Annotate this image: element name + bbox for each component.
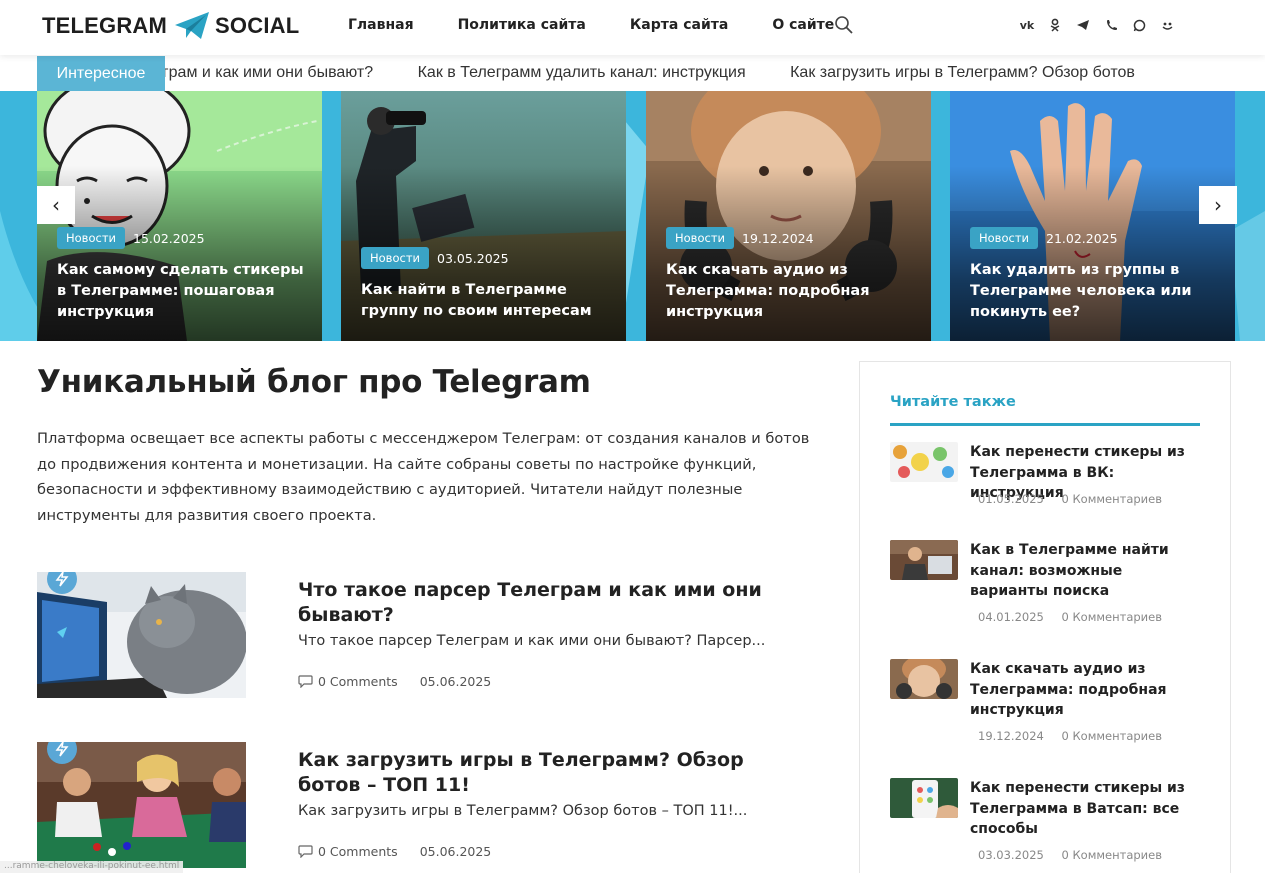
page-title: Уникальный блог про Telegram [37, 364, 591, 400]
sidebar-item: Как в Телеграмме найти канал: возможные … [890, 540, 1210, 640]
sidebar-item-date: 03.03.2025 [978, 848, 1044, 862]
ticker-item[interactable]: Что такое парсер Телеграм и как ими они … [165, 64, 373, 81]
whatsapp-icon[interactable] [1132, 17, 1146, 33]
post-title[interactable]: Что такое парсер Телеграм и как ими они … [298, 578, 768, 628]
sidebar-item-comments[interactable]: 0 Комментариев [1062, 492, 1163, 506]
sidebar-thumbnail[interactable] [890, 540, 958, 580]
sidebar-thumbnail[interactable] [890, 442, 958, 482]
news-ticker: Интересное Что такое парсер Телеграм и к… [0, 56, 1265, 91]
comments-link[interactable]: 0 Comments [298, 844, 398, 859]
sidebar-divider [890, 423, 1200, 426]
status-bar-url: ...ramme-cheloveka-ili-pokinut-ee.html [0, 861, 184, 873]
slide-card[interactable]: Новости 03.05.2025 Как найти в Телеграмм… [341, 91, 626, 341]
slide-date: 03.05.2025 [437, 250, 509, 266]
comments-link[interactable]: 0 Comments [298, 674, 398, 689]
social-links: vk [1020, 17, 1174, 33]
sidebar-thumbnail[interactable] [890, 778, 958, 818]
post-date: 05.06.2025 [419, 674, 492, 689]
ticker-item[interactable]: Как загрузить игры в Телеграмм? Обзор бо… [790, 64, 1135, 81]
site-logo[interactable]: TELEGRAM SOCIAL [42, 11, 299, 41]
post-date: 05.06.2025 [419, 844, 492, 859]
post-card: Как загрузить игры в Телеграмм? Обзор бо… [37, 742, 797, 872]
comment-icon [298, 845, 313, 858]
nav-policy[interactable]: Политика сайта [458, 17, 586, 33]
slide-card[interactable]: Новости 15.02.2025 Как самому сделать ст… [37, 91, 322, 341]
slider-prev-button[interactable]: ‹ [37, 186, 75, 224]
site-header: TELEGRAM SOCIAL Главная Политика сайта К… [0, 0, 1265, 55]
post-excerpt: Как загрузить игры в Телеграмм? Обзор бо… [298, 803, 748, 819]
post-thumbnail[interactable] [37, 742, 246, 868]
slide-date: 21.02.2025 [1046, 230, 1118, 246]
slide-title[interactable]: Как скачать аудио из Телеграмма: подробн… [666, 260, 918, 323]
page-intro: Платформа освещает все аспекты работы с … [37, 430, 810, 524]
sidebar-read-also: Читайте также Как перенести стикеры из Т… [859, 361, 1231, 873]
comment-icon [298, 675, 313, 688]
slide-card[interactable]: Новости 19.12.2024 Как скачать аудио из … [646, 91, 931, 341]
sidebar-item-date: 01.05.2025 [978, 492, 1044, 506]
sidebar-item-comments[interactable]: 0 Комментариев [1062, 848, 1163, 862]
category-badge[interactable]: Новости [970, 227, 1038, 249]
main-nav: Главная Политика сайта Карта сайта О сай… [348, 17, 878, 33]
viber-icon[interactable] [1104, 17, 1118, 33]
slide-title[interactable]: Как удалить из группы в Телеграмме челов… [970, 260, 1222, 323]
telegram-plane-icon [175, 12, 210, 39]
odnoklassniki-icon[interactable] [1048, 17, 1062, 33]
mail-icon[interactable] [1160, 17, 1174, 33]
sidebar-item-comments[interactable]: 0 Комментариев [1062, 610, 1163, 624]
slide-title[interactable]: Как самому сделать стикеры в Телеграмме:… [57, 260, 309, 323]
slide-date: 19.12.2024 [742, 230, 814, 246]
slide-card[interactable]: Новости 21.02.2025 Как удалить из группы… [950, 91, 1235, 341]
post-meta: 0 Comments 05.06.2025 [298, 844, 491, 859]
post-meta: 0 Comments 05.06.2025 [298, 674, 491, 689]
sidebar-item-date: 19.12.2024 [978, 729, 1044, 743]
ticker-label: Интересное [37, 56, 165, 91]
post-thumbnail[interactable] [37, 572, 246, 698]
logo-text-left: TELEGRAM [42, 13, 168, 38]
sidebar-item-comments[interactable]: 0 Комментариев [1062, 729, 1163, 743]
nav-home[interactable]: Главная [348, 17, 414, 33]
sidebar-item-title[interactable]: Как в Телеграмме найти канал: возможные … [970, 540, 1200, 602]
search-icon[interactable] [834, 15, 854, 35]
nav-about[interactable]: О сайте [772, 17, 834, 33]
ticker-item[interactable]: Как в Телеграмм удалить канал: инструкци… [418, 64, 746, 81]
sidebar-item: Как скачать аудио из Телеграмма: подробн… [890, 659, 1210, 759]
slide-title[interactable]: Как найти в Телеграмме группу по своим и… [361, 280, 613, 322]
vk-icon[interactable]: vk [1020, 17, 1035, 33]
post-excerpt: Что такое парсер Телеграм и как ими они … [298, 633, 766, 649]
featured-slider: Новости 15.02.2025 Как самому сделать ст… [0, 91, 1265, 341]
category-badge[interactable]: Новости [666, 227, 734, 249]
logo-text-right: SOCIAL [215, 13, 300, 38]
nav-sitemap[interactable]: Карта сайта [630, 17, 728, 33]
sidebar-thumbnail[interactable] [890, 659, 958, 699]
slider-next-button[interactable]: › [1199, 186, 1237, 224]
category-badge[interactable]: Новости [57, 227, 125, 249]
sidebar-item-title[interactable]: Как скачать аудио из Телеграмма: подробн… [970, 659, 1200, 721]
telegram-icon[interactable] [1076, 17, 1090, 33]
category-badge[interactable]: Новости [361, 247, 429, 269]
slide-date: 15.02.2025 [133, 230, 205, 246]
post-card: Что такое парсер Телеграм и как ими они … [37, 572, 797, 702]
sidebar-item: Как перенести стикеры из Телеграмма в ВК… [890, 442, 1210, 542]
sidebar-title: Читайте также [890, 394, 1016, 410]
sidebar-item-title[interactable]: Как перенести стикеры из Телеграмма в Ва… [970, 778, 1200, 840]
ticker-track: Что такое парсер Телеграм и как ими они … [165, 56, 1237, 91]
post-title[interactable]: Как загрузить игры в Телеграмм? Обзор бо… [298, 748, 768, 798]
sidebar-item-date: 04.01.2025 [978, 610, 1044, 624]
sidebar-item: Как перенести стикеры из Телеграмма в Ва… [890, 778, 1210, 873]
